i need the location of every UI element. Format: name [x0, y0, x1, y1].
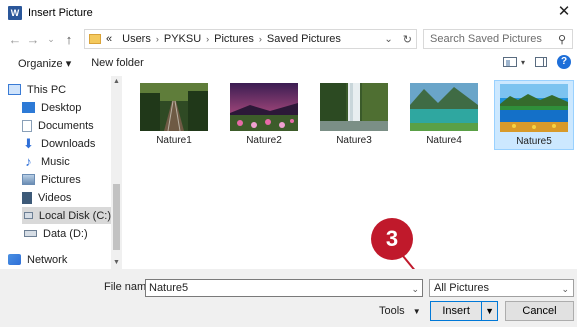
- drive-c-icon: [24, 212, 33, 219]
- breadcrumb-saved-pictures[interactable]: Saved Pictures: [267, 33, 341, 45]
- command-toolbar: Organize ▾ New folder ▾ ?: [0, 52, 577, 74]
- cancel-button[interactable]: Cancel: [505, 301, 574, 321]
- computer-icon: [8, 84, 21, 95]
- breadcrumb-pyksu[interactable]: PYKSU: [164, 33, 201, 45]
- chevron-right-icon: ›: [155, 34, 159, 44]
- sidebar-item-network[interactable]: Network: [8, 251, 67, 268]
- file-name-label: Nature2: [246, 135, 282, 146]
- up-arrow-icon[interactable]: ↑: [60, 32, 78, 47]
- preview-pane-icon[interactable]: [535, 57, 547, 67]
- sidebar-item-local-disk-c[interactable]: Local Disk (C:): [22, 207, 111, 224]
- chevron-down-icon[interactable]: ⌄: [561, 281, 569, 297]
- sunset-flowers-thumbnail: [230, 83, 298, 131]
- scrollbar-thumb[interactable]: [113, 184, 120, 250]
- file-item-nature4[interactable]: Nature4: [404, 80, 484, 150]
- search-placeholder: Search Saved Pictures: [430, 33, 542, 45]
- downloads-icon: ⬇: [23, 136, 34, 151]
- sidebar-item-label: Videos: [38, 191, 72, 204]
- music-icon: ♪: [25, 154, 32, 169]
- file-name-label: Nature3: [336, 135, 372, 146]
- title-bar: W Insert Picture ✕: [0, 0, 577, 26]
- breadcrumb-pictures[interactable]: Pictures: [214, 33, 254, 45]
- sidebar-item-label: Data (D:): [43, 227, 88, 240]
- sidebar-item-label: Network: [27, 253, 68, 266]
- sidebar-item-label: Desktop: [41, 101, 82, 114]
- change-view-icon[interactable]: [502, 57, 517, 67]
- navigation-bar: ← → ⌄ ↑ « Users › PYKSU › Pictures › Sav…: [0, 26, 577, 52]
- sidebar-item-documents[interactable]: Documents: [22, 117, 94, 134]
- file-name-label: Nature1: [156, 135, 192, 146]
- chevron-right-icon: ›: [258, 34, 262, 44]
- file-item-nature3[interactable]: Nature3: [314, 80, 394, 150]
- view-dropdown-icon[interactable]: ▾: [521, 58, 525, 67]
- tools-dropdown-icon: ▼: [412, 306, 421, 316]
- file-type-value: All Pictures: [434, 282, 490, 294]
- drive-d-icon: [24, 230, 37, 237]
- sidebar-item-label: Music: [41, 155, 70, 168]
- sidebar-item-videos[interactable]: Videos: [22, 189, 71, 206]
- address-bar[interactable]: « Users › PYKSU › Pictures › Saved Pictu…: [84, 29, 417, 49]
- search-icon: ⚲: [557, 34, 566, 46]
- dialog-footer: File name: Nature5 ⌄ All Pictures ⌄ Tool…: [0, 269, 577, 327]
- search-input[interactable]: Search Saved Pictures ⚲: [423, 29, 573, 49]
- organize-button[interactable]: Organize ▾: [18, 57, 71, 70]
- file-item-nature1[interactable]: Nature1: [134, 80, 214, 150]
- window-title: Insert Picture: [28, 7, 93, 19]
- insert-button[interactable]: Insert: [431, 302, 483, 320]
- breadcrumb-overflow[interactable]: «: [106, 33, 112, 45]
- scroll-up-icon[interactable]: ▲: [111, 76, 122, 88]
- back-arrow-icon[interactable]: ←: [6, 32, 24, 47]
- step-number-badge: 3: [371, 218, 413, 260]
- tools-label: Tools: [379, 305, 405, 317]
- sidebar-item-label: Pictures: [41, 173, 81, 186]
- sidebar-item-desktop[interactable]: Desktop: [22, 99, 81, 116]
- sidebar-item-data-d[interactable]: Data (D:): [22, 225, 88, 242]
- file-item-nature5[interactable]: Nature5: [494, 80, 574, 150]
- file-name-label: Nature4: [426, 135, 462, 146]
- address-dropdown-icon[interactable]: ⌄: [384, 34, 392, 45]
- desktop-icon: [22, 102, 35, 113]
- documents-icon: [22, 119, 32, 132]
- sidebar-scrollbar[interactable]: ▲ ▼: [111, 76, 122, 269]
- file-list: Nature1 Nature2 Nature3 Nature4 Nature5: [124, 76, 577, 269]
- word-app-icon: W: [8, 6, 22, 20]
- chevron-down-icon[interactable]: ⌄: [411, 281, 419, 297]
- network-icon: [8, 254, 21, 265]
- navigation-pane: This PC Desktop Documents ⬇ Downloads ♪ …: [0, 76, 121, 269]
- sidebar-item-label: Local Disk (C:): [38, 209, 111, 222]
- close-icon[interactable]: ✕: [555, 3, 573, 21]
- sidebar-item-this-pc[interactable]: This PC: [8, 81, 66, 98]
- railway-thumbnail: [140, 83, 208, 131]
- scroll-down-icon[interactable]: ▼: [111, 257, 122, 269]
- insert-dropdown-icon[interactable]: ▼: [482, 302, 497, 320]
- file-name-value: Nature5: [149, 282, 189, 294]
- file-name-label: Nature5: [516, 136, 552, 147]
- mountain-lake-thumbnail: [500, 84, 568, 132]
- videos-icon: [22, 191, 32, 204]
- sidebar-item-pictures[interactable]: Pictures: [22, 171, 81, 188]
- forward-arrow-icon[interactable]: →: [24, 32, 42, 47]
- tools-button[interactable]: Tools ▼: [379, 305, 421, 317]
- folder-icon: [89, 34, 101, 44]
- file-type-select[interactable]: All Pictures ⌄: [429, 279, 574, 297]
- sidebar-item-downloads[interactable]: ⬇ Downloads: [22, 135, 95, 152]
- sidebar-item-music[interactable]: ♪ Music: [22, 153, 70, 170]
- file-name-input[interactable]: Nature5 ⌄: [145, 279, 423, 297]
- file-item-nature2[interactable]: Nature2: [224, 80, 304, 150]
- sidebar-item-label: Documents: [38, 119, 94, 132]
- breadcrumb-users[interactable]: Users: [122, 33, 151, 45]
- help-icon[interactable]: ?: [557, 55, 571, 69]
- sidebar-item-label: Downloads: [41, 137, 96, 150]
- chevron-right-icon: ›: [206, 34, 210, 44]
- insert-split-button[interactable]: Insert ▼: [430, 301, 498, 321]
- lake-thumbnail: [410, 83, 478, 131]
- waterfall-thumbnail: [320, 83, 388, 131]
- refresh-icon[interactable]: ↻: [403, 33, 412, 46]
- new-folder-button[interactable]: New folder: [91, 57, 144, 69]
- pictures-icon: [22, 174, 35, 185]
- sidebar-item-label: This PC: [27, 83, 67, 96]
- recent-locations-icon[interactable]: ⌄: [42, 34, 60, 45]
